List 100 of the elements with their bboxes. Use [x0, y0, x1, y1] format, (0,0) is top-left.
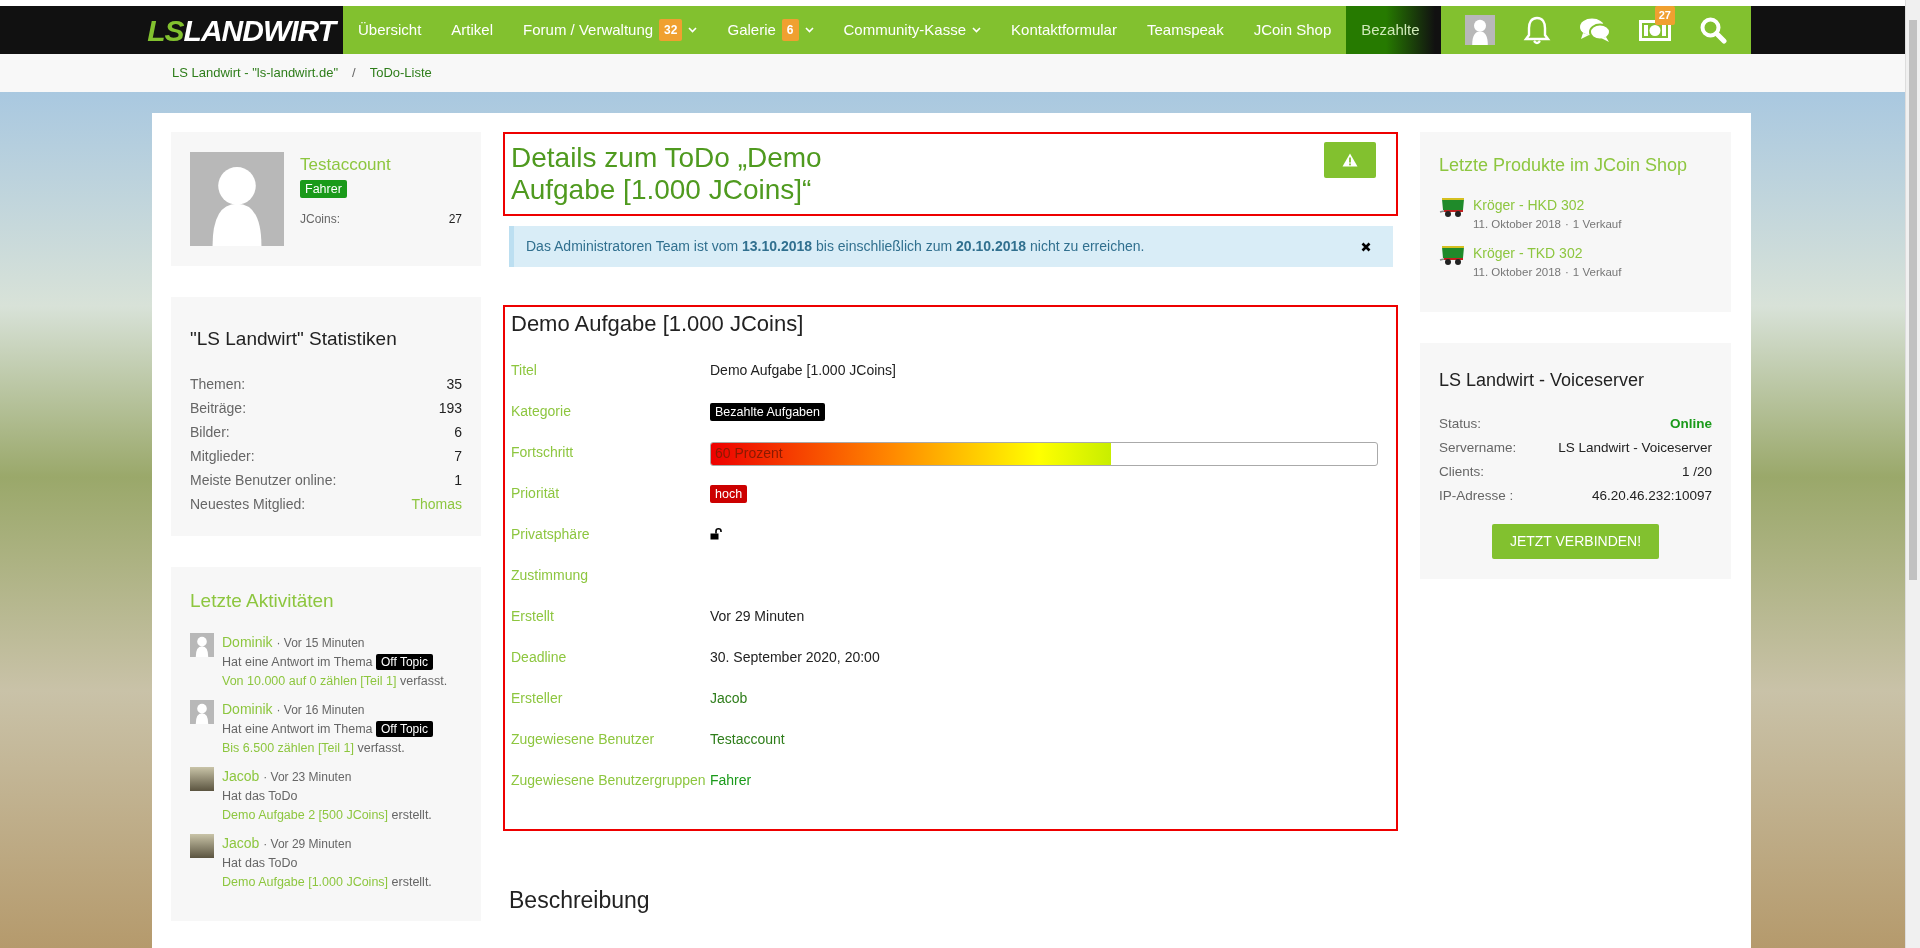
stat-label: Mitglieder: — [190, 446, 255, 466]
nav-item[interactable]: Forum / Verwaltung 32 — [508, 6, 713, 54]
field-value: Demo Aufgabe [1.000 JCoins] — [710, 361, 896, 378]
field-label: Kategorie — [511, 401, 572, 421]
user-avatar — [1465, 15, 1495, 45]
scrollbar[interactable] — [1905, 0, 1920, 948]
photo-placeholder — [190, 834, 214, 858]
nav-item[interactable]: JCoin Shop — [1238, 6, 1347, 54]
section-heading: Beschreibung — [509, 885, 651, 915]
nav-item[interactable]: Artikel — [436, 6, 509, 54]
scrollbar-thumb[interactable] — [1909, 20, 1917, 580]
thread-link[interactable]: Bis 6.500 zählen [Teil 1] — [222, 741, 355, 755]
sales-count: 1 Verkauf — [1572, 218, 1622, 230]
stat-label: Neuestes Mitglied: — [190, 494, 306, 514]
nav-item[interactable]: Kontaktformular — [996, 6, 1132, 54]
thread-link[interactable]: Demo Aufgabe [1.000 JCoins] — [222, 875, 389, 889]
user-avatar — [190, 700, 214, 724]
field-label: Zustimmung — [511, 565, 590, 585]
bell-icon[interactable] — [1523, 15, 1551, 45]
stat-label: Bilder: — [190, 422, 230, 442]
card-title: Letzte Aktivitäten — [190, 588, 335, 613]
field-label: Ersteller — [511, 688, 564, 708]
separator-dot: · — [1565, 218, 1569, 230]
notice-text: Das Administratoren Team ist vom 13.10.2018 bis einschließlich zum 20.10.2018 nicht zu erreichen. — [526, 237, 1145, 257]
warning-icon — [1342, 153, 1358, 167]
server-label: IP-Adresse : — [1439, 486, 1514, 505]
thread-link[interactable]: Von 10.000 auf 0 zählen [Teil 1] — [222, 674, 397, 688]
stat-label: Beiträge: — [190, 398, 247, 418]
count-badge: 6 — [781, 19, 799, 41]
field-label: Titel — [511, 360, 538, 380]
todo-heading: Demo Aufgabe [1.000 JCoins] — [511, 311, 805, 338]
count-badge: 32 — [659, 19, 683, 41]
card-title: LS Landwirt - Voiceserver — [1439, 368, 1646, 392]
activity-text: Hat eine Antwort im Thema Off Topic Bis 6.500 zählen [Teil 1] verfasst. — [222, 720, 462, 758]
nav-item[interactable]: Teamspeak — [1131, 6, 1239, 54]
stat-label: Themen: — [190, 374, 246, 394]
nav-item[interactable]: Galerie 6 — [712, 6, 829, 54]
stat-value: 193 — [438, 398, 462, 418]
field-label: Deadline — [511, 647, 568, 667]
stat-label: Meiste Benutzer online: — [190, 470, 337, 490]
sales-count: 1 Verkauf — [1572, 266, 1622, 279]
stat-value: 1 — [454, 470, 462, 490]
server-value: Online — [1670, 414, 1712, 433]
product-link[interactable]: Kröger - HKD 302 — [1473, 195, 1622, 216]
close-button[interactable] — [1361, 241, 1371, 252]
activity-text: Hat das ToDo Demo Aufgabe 2 [500 JCoins] erstellt. — [222, 788, 433, 824]
jcoins-label: JCoins: — [300, 210, 340, 228]
group-link[interactable]: Fahrer — [710, 771, 752, 788]
topic-tag: Off Topic — [376, 721, 433, 737]
server-label: Servername: — [1439, 438, 1517, 457]
close-icon — [1361, 241, 1371, 252]
connect-button[interactable]: JETZT VERBINDEN! — [1491, 523, 1660, 559]
field-label: Priorität — [511, 483, 561, 503]
card-title: "LS Landwirt" Statistiken — [190, 327, 398, 351]
activity-time: · Vor 16 Minuten — [276, 703, 365, 717]
banknote-icon[interactable] — [1639, 18, 1671, 42]
product-date: 11. Oktober 2018 — [1473, 218, 1561, 230]
user-link[interactable]: Jacob — [710, 689, 748, 706]
nav-item[interactable]: Community-Kasse — [828, 6, 997, 54]
stat-value: 7 — [454, 446, 462, 466]
field-label: Privatsphäre — [511, 524, 591, 544]
thread-link[interactable]: Demo Aufgabe 2 [500 JCoins] — [222, 808, 389, 822]
user-link[interactable]: Dominik — [222, 701, 273, 717]
product-link[interactable]: Kröger - TKD 302 — [1473, 243, 1622, 265]
breadcrumb-link[interactable]: ToDo-Liste — [369, 63, 432, 83]
stat-value: 6 — [454, 422, 462, 442]
profile-name[interactable]: Testaccount — [300, 152, 462, 178]
activity-time: · Vor 15 Minuten — [276, 636, 365, 650]
field-label: Zugewiesene Benutzer — [511, 729, 656, 749]
search-icon[interactable] — [1699, 16, 1727, 44]
field-value: Vor 29 Minuten — [710, 607, 805, 624]
breadcrumb-link[interactable]: LS Landwirt - "ls-landwirt.de" — [172, 63, 339, 83]
nav-item[interactable]: Übersicht — [343, 6, 437, 54]
user-link[interactable]: Testaccount — [710, 730, 785, 747]
trailer-icon — [1439, 195, 1467, 219]
jcoins-value: 27 — [448, 210, 462, 228]
trailer-icon — [1439, 243, 1467, 268]
user-link[interactable]: Dominik — [222, 634, 273, 650]
notification-badge: 27 — [1654, 6, 1675, 25]
padlock-icon — [710, 527, 722, 540]
server-value: 1 /20 — [1681, 462, 1712, 481]
breadcrumb-separator: / — [352, 64, 356, 83]
user-link[interactable]: Jacob — [222, 768, 260, 784]
report-button[interactable] — [1324, 142, 1376, 178]
product-date: 11. Oktober 2018 — [1473, 266, 1561, 279]
user-link[interactable]: Jacob — [222, 835, 260, 851]
category-tag: hoch — [710, 484, 748, 503]
field-label: Erstellt — [511, 606, 555, 626]
server-value: 46.20.46.232:10097 — [1591, 486, 1712, 505]
nav-item[interactable]: Bezahlte — [1346, 6, 1435, 54]
field-label: Zugewiesene Benutzergruppen — [511, 770, 707, 790]
stat-value: 35 — [446, 374, 462, 394]
member-link[interactable]: Thomas — [411, 491, 462, 516]
activity-text: Hat das ToDo Demo Aufgabe [1.000 JCoins] erstellt. — [222, 855, 433, 891]
server-label: Status: — [1439, 414, 1482, 433]
chat-icon[interactable] — [1579, 17, 1611, 43]
photo-placeholder — [190, 767, 214, 791]
user-avatar — [190, 633, 214, 657]
group-badge: Fahrer — [300, 179, 347, 198]
separator-dot: · — [1565, 266, 1569, 279]
